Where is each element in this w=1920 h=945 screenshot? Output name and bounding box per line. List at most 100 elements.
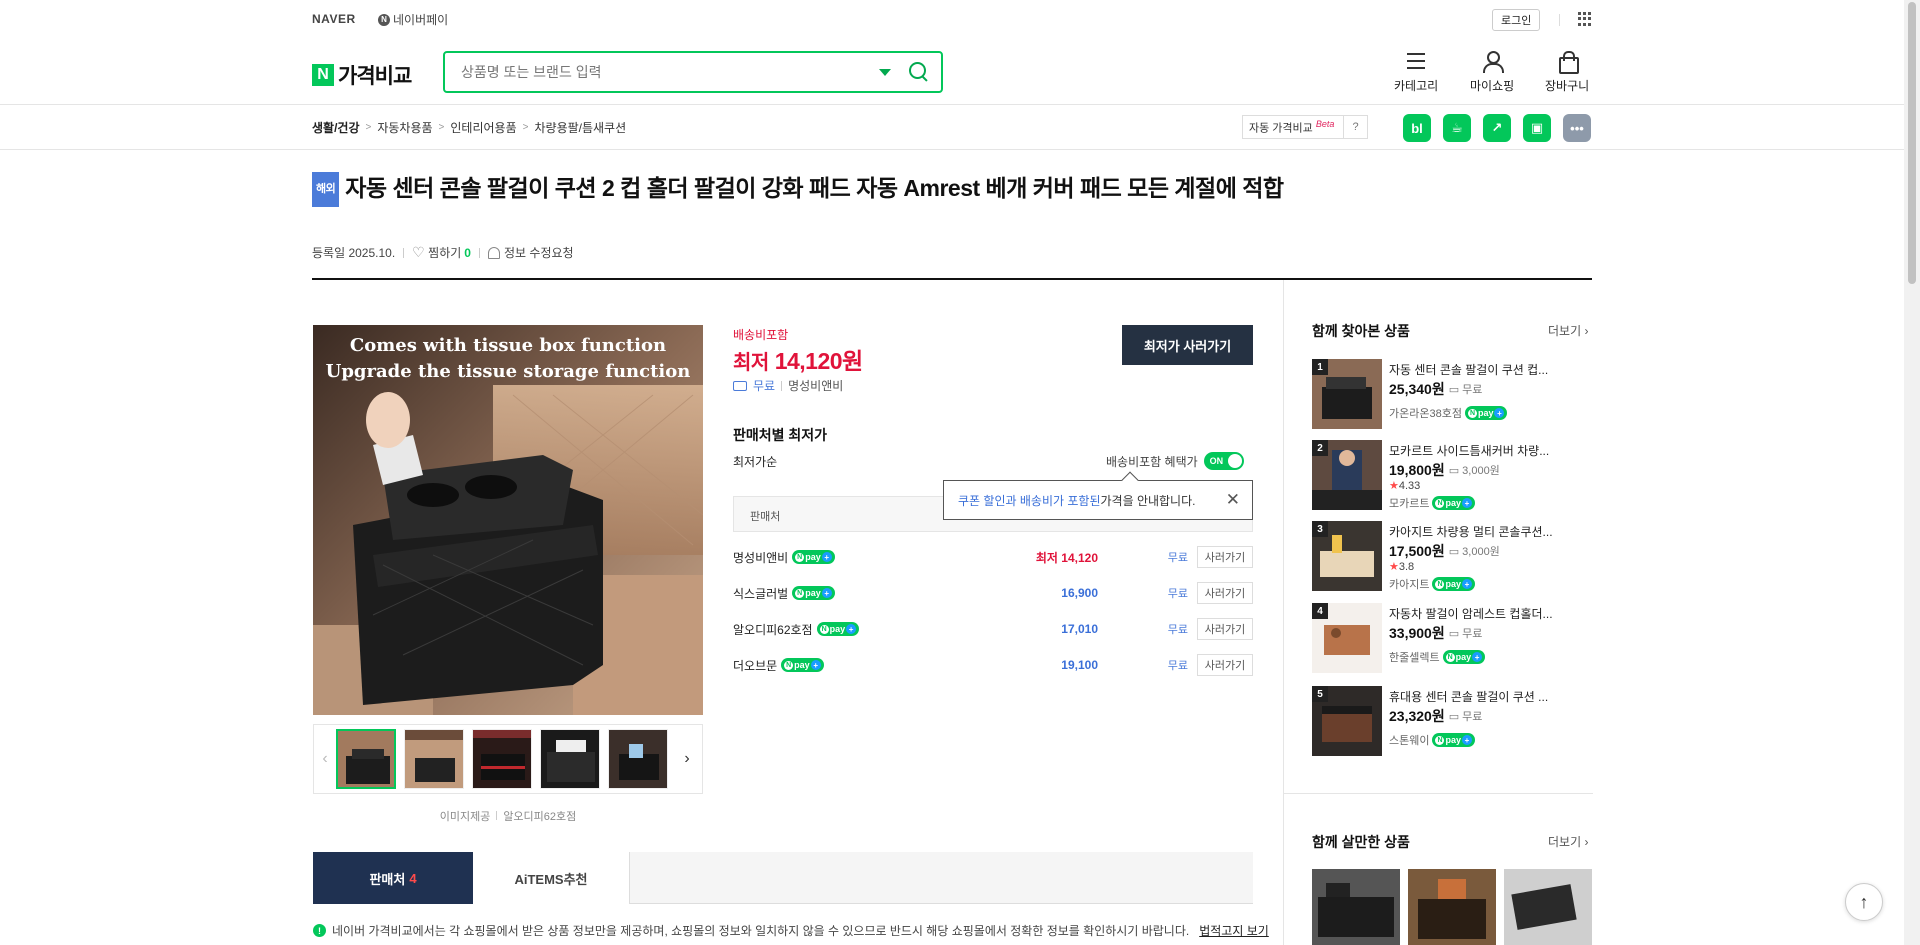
related-name[interactable]: 모카르트 사이드틈새커버 차량... <box>1389 442 1569 459</box>
breadcrumb-separator: > <box>438 122 445 133</box>
close-icon[interactable]: ✕ <box>1226 490 1240 510</box>
help-button[interactable]: ? <box>1343 116 1367 138</box>
header: N 가격비교 카테고리 마이쇼핑 장바구니 <box>0 40 1904 105</box>
nav-category-label: 카테고리 <box>1394 79 1439 93</box>
breadcrumb-item[interactable]: 생활/건강 <box>312 119 360 136</box>
breadcrumb-bar: 생활/건강 > 자동차용품 > 인테리어용품 > 차량용팔/틈새쿠션 자동 가격… <box>0 106 1904 150</box>
brand-logo[interactable]: N 가격비교 <box>312 60 412 90</box>
thumb-next-icon[interactable]: › <box>676 750 698 768</box>
related-name[interactable]: 휴대용 센터 콘솔 팔걸이 쿠션 ... <box>1389 688 1569 705</box>
search-dropdown-icon[interactable] <box>879 68 891 76</box>
blog-share-button[interactable]: bl <box>1403 114 1431 142</box>
related-item[interactable]: 4 자동차 팔걸이 암레스트 컵홀더... 33,900원 ▭ 무료 한줄셀렉트 N… <box>1312 603 1572 673</box>
more-share-button[interactable]: ••• <box>1563 114 1591 142</box>
seller-shipping: 무료 <box>1167 552 1188 564</box>
search-input[interactable] <box>445 53 879 91</box>
buy-lowest-button[interactable]: 최저가 사러가기 <box>1122 325 1253 365</box>
related-item[interactable]: 2 모카르트 사이드틈새커버 차량... 19,800원 ▭ 3,000원 ★4.… <box>1312 440 1572 510</box>
shipping-free: 무료 <box>753 379 776 393</box>
overseas-badge: 해외 <box>312 172 340 207</box>
search-icon[interactable] <box>909 62 929 82</box>
seller-row[interactable]: 식스글러벌 Npay + 16,900 무료 사러가기 <box>733 581 1253 605</box>
registered-date: 등록일 2025.10. <box>312 246 396 260</box>
cafe-share-button[interactable]: ☕ <box>1443 114 1471 142</box>
auto-compare-button[interactable]: 자동 가격비교 Beta ? <box>1242 115 1368 139</box>
seller-name[interactable]: 식스글러벌 <box>733 585 788 602</box>
scrollbar-thumb[interactable] <box>1908 2 1916 284</box>
related-more-link[interactable]: 더보기 › <box>1548 322 1588 339</box>
breadcrumb-item[interactable]: 차량용팔/틈새쿠션 <box>534 119 626 136</box>
related-name[interactable]: 카아지트 차량용 멀티 콘솔쿠션... <box>1389 523 1569 540</box>
thumbnail[interactable] <box>404 729 464 789</box>
seller-row[interactable]: 더오브문 Npay + 19,100 무료 사러가기 <box>733 653 1253 677</box>
related-thumbnail[interactable]: 3 <box>1312 521 1382 591</box>
seller-buy-button[interactable]: 사러가기 <box>1197 654 1253 676</box>
sort-lowest-button[interactable]: 최저가순 <box>733 453 777 470</box>
related-thumbnail[interactable]: 2 <box>1312 440 1382 510</box>
shipping-benefit-toggle[interactable]: ON <box>1203 452 1244 470</box>
seller-buy-button[interactable]: 사러가기 <box>1197 582 1253 604</box>
seller-buy-button[interactable]: 사러가기 <box>1197 546 1253 568</box>
thumbnail[interactable] <box>608 729 668 789</box>
related-name[interactable]: 자동 센터 콘솔 팔걸이 쿠션 컵... <box>1389 361 1569 378</box>
related-rating: ★3.8 <box>1389 561 1415 573</box>
related-item[interactable]: 5 휴대용 센터 콘솔 팔걸이 쿠션 ... 23,320원 ▭ 무료 스톤웨이 N… <box>1312 686 1572 756</box>
link-share-button[interactable]: ↗ <box>1483 114 1511 142</box>
naver-logo[interactable]: NAVER <box>312 12 356 26</box>
npay-badge-icon: Npay + <box>792 586 835 600</box>
naverpay-link[interactable]: N 네이버페이 <box>378 11 448 28</box>
meta-divider <box>403 247 405 258</box>
shipping-icon: ▭ 무료 <box>1448 711 1483 723</box>
seller-shipping: 무료 <box>1167 588 1188 600</box>
title-divider <box>312 278 1592 280</box>
legal-link[interactable]: 법적고지 보기 <box>1199 922 1269 939</box>
related-store: 스톤웨이 Npay + <box>1389 732 1475 748</box>
thumbnail[interactable] <box>336 729 396 789</box>
nav-category[interactable]: 카테고리 <box>1394 50 1438 94</box>
seller-row[interactable]: 알오디피62호점 Npay + 17,010 무료 사러가기 <box>733 617 1253 641</box>
related-item[interactable]: 3 카아지트 차량용 멀티 콘솔쿠션... 17,500원 ▭ 3,000원 ★3… <box>1312 521 1572 591</box>
shopping-bag-icon <box>1556 50 1580 74</box>
breadcrumb-item[interactable]: 인테리어용품 <box>450 119 516 136</box>
seller-name[interactable]: 알오디피62호점 <box>733 621 813 638</box>
related-name[interactable]: 자동차 팔걸이 암레스트 컵홀더... <box>1389 605 1569 622</box>
related-thumbnail[interactable]: 4 <box>1312 603 1382 673</box>
related-rating: ★4.33 <box>1389 480 1421 492</box>
bought-thumbnail[interactable] <box>1504 869 1592 945</box>
thumb-prev-icon[interactable]: ‹ <box>314 750 336 768</box>
seller-price: 최저 14,120 <box>1035 550 1098 565</box>
menu-icon <box>1405 50 1427 72</box>
related-thumbnail[interactable]: 1 <box>1312 359 1382 429</box>
npay-badge-icon: Npay + <box>781 658 824 672</box>
related-thumbnail[interactable]: 5 <box>1312 686 1382 756</box>
scrollbar[interactable] <box>1904 0 1920 945</box>
seller-buy-button[interactable]: 사러가기 <box>1197 618 1253 640</box>
related-item[interactable]: 1 자동 센터 콘솔 팔걸이 쿠션 컵... 25,340원 ▭ 무료 가온라온3… <box>1312 359 1572 429</box>
bought-thumbnail[interactable] <box>1312 869 1400 945</box>
seller-row[interactable]: 명성비앤비 Npay + 최저 14,120 무료 사러가기 <box>733 545 1253 569</box>
seller-name[interactable]: 더오브문 <box>733 657 777 674</box>
tab-sellers[interactable]: 판매처 4 <box>313 852 473 904</box>
nav-myshopping[interactable]: 마이쇼핑 <box>1470 50 1514 94</box>
seller-name[interactable]: 명성비앤비 <box>733 549 788 566</box>
nav-cart[interactable]: 장바구니 <box>1545 50 1589 94</box>
shipping-info: 무료 명성비앤비 <box>733 377 843 394</box>
wish-count: 0 <box>464 245 471 260</box>
thumbnail[interactable] <box>472 729 532 789</box>
report-button[interactable]: 정보 수정요청 <box>487 244 574 261</box>
keep-share-button[interactable]: ▣ <box>1523 114 1551 142</box>
login-button[interactable]: 로그인 <box>1492 9 1541 31</box>
bought-thumbnail[interactable] <box>1408 869 1496 945</box>
image-credit: 이미지제공 알오디피62호점 <box>439 811 577 823</box>
tab-aitems[interactable]: AiTEMS추천 <box>473 852 630 904</box>
wish-button[interactable]: 찜하기 0 <box>412 244 471 261</box>
bought-more-link[interactable]: 더보기 › <box>1548 833 1588 850</box>
lowest-seller[interactable]: 명성비앤비 <box>788 377 843 394</box>
scroll-top-button[interactable]: ↑ <box>1845 883 1883 921</box>
apps-grid-icon[interactable] <box>1578 12 1592 26</box>
breadcrumb-item[interactable]: 자동차용품 <box>377 119 432 136</box>
product-main-image[interactable]: Comes with tissue box function Upgrade t… <box>313 325 703 715</box>
thumbnail[interactable] <box>540 729 600 789</box>
breadcrumb-separator: > <box>365 122 372 133</box>
seller-price: 17,010 <box>1061 622 1098 636</box>
